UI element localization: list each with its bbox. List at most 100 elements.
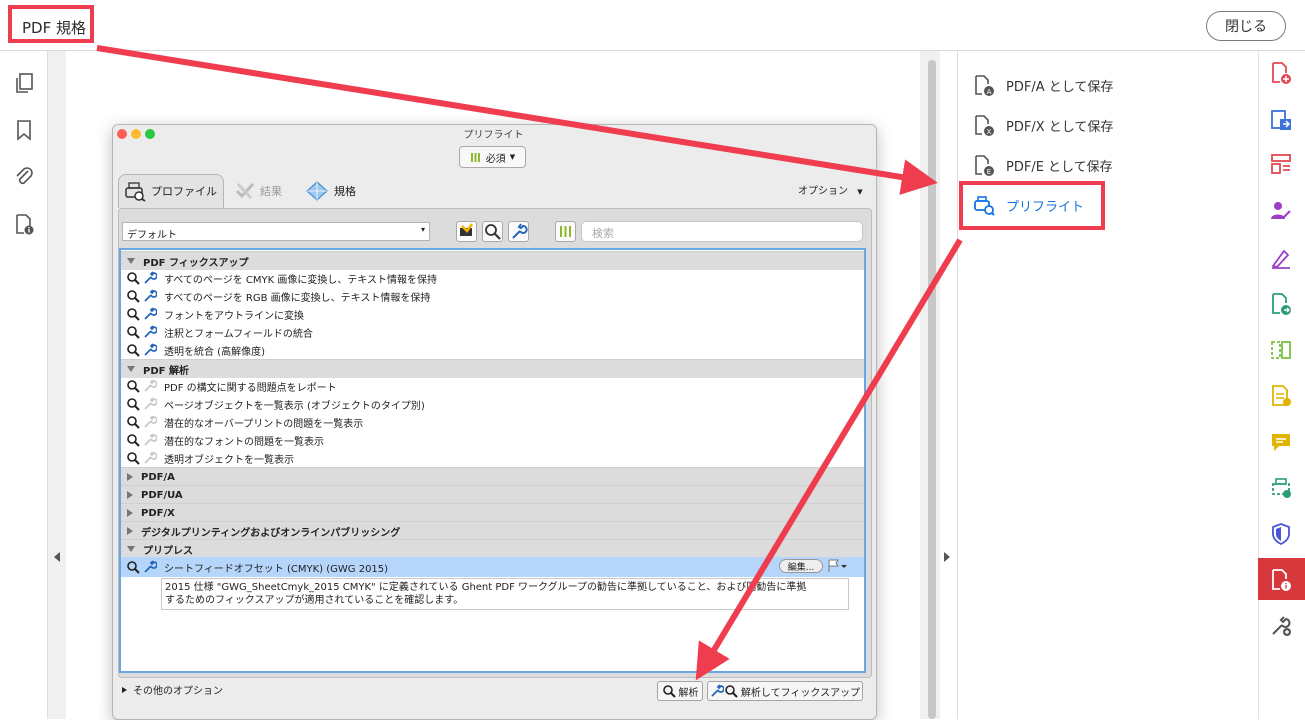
- show-required-button[interactable]: [555, 221, 576, 242]
- protect-icon[interactable]: [1269, 522, 1293, 546]
- collapsed-triangle-icon: [127, 527, 133, 535]
- analyze-and-fix-button[interactable]: 解析してフィックスアップ: [707, 681, 863, 701]
- attachment-icon[interactable]: [12, 164, 36, 188]
- collapse-right-panel-icon[interactable]: [944, 552, 950, 562]
- fixup-icon: [143, 307, 157, 321]
- selected-profile-row[interactable]: シートフィードオフセット (CMYK) (GWG 2015) 編集...: [121, 557, 864, 577]
- item-label: ページオブジェクトを一覧表示 (オブジェクトのタイプ別): [164, 400, 425, 412]
- list-item[interactable]: 透明を統合 (高解像度): [121, 341, 864, 359]
- group-label: PDF フィックスアップ: [143, 257, 249, 269]
- more-options-toggle[interactable]: その他のオプション: [122, 682, 223, 697]
- group-analysis[interactable]: PDF 解析: [121, 359, 864, 378]
- item-label: PDF の構文に関する問題点をレポート: [164, 382, 337, 394]
- group-label: プリプレス: [143, 545, 193, 557]
- list-item[interactable]: ページオブジェクトを一覧表示 (オブジェクトのタイプ別): [121, 395, 864, 413]
- pdf-standards-icon[interactable]: [1269, 568, 1293, 592]
- analyze-button[interactable]: 解析: [657, 681, 703, 701]
- list-item[interactable]: 潜在的なフォントの問題を一覧表示: [121, 431, 864, 449]
- flag-menu-icon[interactable]: [827, 559, 849, 573]
- group-digital-printing[interactable]: デジタルプリンティングおよびオンラインパブリッシング: [121, 521, 864, 540]
- profile-tree[interactable]: PDF フィックスアップ すべてのページを CMYK 画像に変換し、テキスト情報…: [119, 248, 866, 673]
- fixup-icon: [143, 271, 157, 285]
- list-item[interactable]: PDF の構文に関する問題点をレポート: [121, 377, 864, 395]
- document-info-icon[interactable]: [12, 212, 36, 236]
- profile-library-select[interactable]: デフォルト ▾: [122, 222, 430, 241]
- group-label: PDF/A: [141, 471, 175, 483]
- dialog-title: プリフライト: [463, 130, 524, 141]
- group-label: PDF/UA: [141, 489, 183, 501]
- list-item[interactable]: すべてのページを CMYK 画像に変換し、テキスト情報を保持: [121, 269, 864, 287]
- fill-and-sign-icon[interactable]: [1269, 246, 1293, 270]
- more-options-label: その他のオプション: [133, 686, 223, 697]
- show-checks-button[interactable]: [482, 221, 503, 242]
- more-tools-icon[interactable]: [1269, 614, 1293, 638]
- expanded-triangle-icon: [127, 366, 135, 372]
- svg-text:X: X: [987, 128, 992, 136]
- results-icon: [234, 181, 256, 201]
- stamp-icon[interactable]: [1269, 384, 1293, 408]
- group-fixups[interactable]: PDF フィックスアップ: [121, 251, 864, 270]
- list-item[interactable]: 透明オブジェクトを一覧表示: [121, 449, 864, 467]
- item-label: 潜在的なフォントの問題を一覧表示: [164, 436, 324, 448]
- list-item[interactable]: 注釈とフォームフィールドの統合: [121, 323, 864, 341]
- fixup-icon: [143, 289, 157, 303]
- svg-text:E: E: [987, 168, 991, 176]
- profile-description: 2015 仕様 "GWG_SheetCmyk_2015 CMYK" に定義されて…: [161, 578, 849, 610]
- svg-text:A: A: [987, 88, 992, 96]
- bookmark-icon[interactable]: [12, 118, 36, 142]
- collapsed-triangle-icon: [127, 509, 133, 517]
- description-line: 2015 仕様 "GWG_SheetCmyk_2015 CMYK" に定義されて…: [165, 582, 807, 593]
- profile-select-value: デフォルト: [127, 230, 177, 241]
- group-label: PDF/X: [141, 507, 175, 519]
- tab-results[interactable]: 結果: [234, 178, 282, 204]
- options-label: オプション: [798, 186, 848, 197]
- edit-button[interactable]: 編集...: [779, 559, 823, 573]
- organize-pages-icon[interactable]: [1269, 152, 1293, 176]
- group-label: PDF 解析: [143, 365, 189, 377]
- analyze-icon: [126, 343, 140, 357]
- save-as-pdfx-item[interactable]: X PDF/X として保存: [972, 112, 1113, 138]
- comment-icon[interactable]: [1269, 430, 1293, 454]
- collapse-left-panel-icon[interactable]: [54, 552, 60, 562]
- group-prepress[interactable]: プリプレス: [121, 539, 864, 558]
- save-as-pdfa-label: PDF/A として保存: [1006, 79, 1114, 95]
- compare-files-icon[interactable]: [1269, 338, 1293, 362]
- item-label: 注釈とフォームフィールドの統合: [164, 328, 313, 340]
- list-item[interactable]: 潜在的なオーバープリントの問題を一覧表示: [121, 413, 864, 431]
- magnifier-icon: [662, 684, 676, 698]
- group-pdfx[interactable]: PDF/X: [121, 503, 864, 522]
- save-as-pdfe-item[interactable]: E PDF/E として保存: [972, 152, 1113, 178]
- search-input[interactable]: 検索: [581, 221, 863, 242]
- collapsed-triangle-icon: [127, 491, 133, 499]
- pdfe-icon: E: [972, 153, 996, 177]
- item-label: 潜在的なオーバープリントの問題を一覧表示: [164, 418, 364, 430]
- save-as-pdfa-item[interactable]: A PDF/A として保存: [972, 72, 1113, 98]
- request-signature-icon[interactable]: [1269, 198, 1293, 222]
- item-label: すべてのページを CMYK 画像に変換し、テキスト情報を保持: [164, 274, 438, 286]
- analyze-icon: [126, 433, 140, 447]
- required-dropdown[interactable]: 必須 ▼: [459, 146, 526, 168]
- export-pdf-icon[interactable]: [1269, 108, 1293, 132]
- list-item[interactable]: すべてのページを RGB 画像に変換し、テキスト情報を保持: [121, 287, 864, 305]
- show-fixups-button[interactable]: [508, 221, 529, 242]
- printer-icon: [124, 180, 148, 202]
- create-pdf-icon[interactable]: [1269, 61, 1293, 85]
- analyze-icon: [126, 415, 140, 429]
- analyze-label: 解析: [678, 687, 699, 699]
- send-for-review-icon[interactable]: [1269, 292, 1293, 316]
- options-menu[interactable]: オプション ▼: [798, 182, 863, 197]
- tab-profiles[interactable]: プロファイル: [124, 178, 217, 204]
- vertical-scrollbar[interactable]: [928, 60, 936, 719]
- tab-standards[interactable]: 規格: [306, 178, 356, 204]
- fixup-icon: [143, 325, 157, 339]
- list-item[interactable]: フォントをアウトラインに変換: [121, 305, 864, 323]
- preflight-droplet-button[interactable]: [456, 221, 477, 242]
- analyze-icon: [126, 325, 140, 339]
- print-production-icon[interactable]: [1269, 476, 1293, 500]
- close-button[interactable]: 閉じる: [1206, 11, 1286, 41]
- top-bar: [0, 0, 1305, 51]
- group-pdfua[interactable]: PDF/UA: [121, 485, 864, 504]
- group-pdfa[interactable]: PDF/A: [121, 467, 864, 486]
- pages-icon[interactable]: [12, 71, 36, 95]
- tab-results-label: 結果: [260, 185, 282, 198]
